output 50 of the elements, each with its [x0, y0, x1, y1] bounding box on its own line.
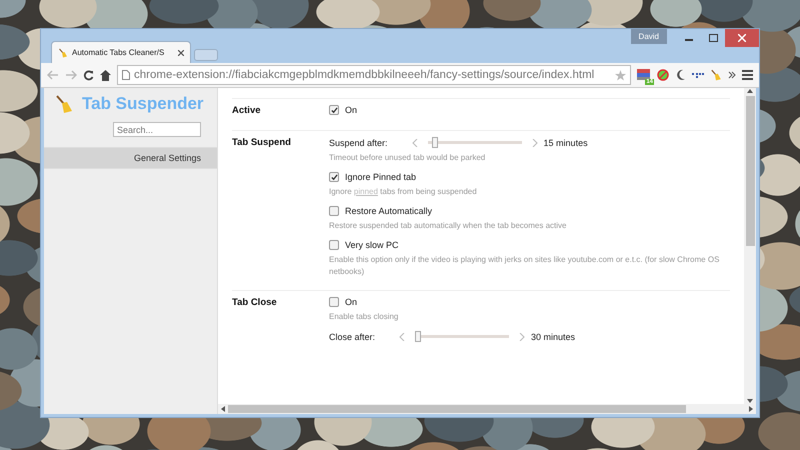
close-button[interactable] — [725, 29, 759, 47]
slider-thumb[interactable] — [432, 137, 438, 148]
checkbox[interactable] — [329, 105, 339, 115]
slider-value: 15 minutes — [544, 138, 588, 148]
app-title: Tab Suspender — [82, 94, 204, 114]
checkbox-label: Very slow PC — [345, 240, 399, 250]
dots-icon[interactable] — [692, 72, 704, 78]
page-icon — [122, 70, 130, 80]
section-heading: Active — [232, 105, 262, 116]
horizontal-scrollbar[interactable] — [218, 404, 756, 414]
sidebar-item[interactable]: General Settings — [44, 147, 217, 169]
slider-label: Suspend after: — [329, 138, 388, 148]
checkbox[interactable] — [329, 206, 339, 216]
checkbox-label: Restore Automatically — [345, 206, 432, 216]
section-heading: Tab Close — [232, 297, 278, 310]
close-icon[interactable] — [178, 50, 184, 56]
search-field[interactable]: Search... — [113, 122, 201, 137]
vertical-scrollbar[interactable] — [744, 88, 756, 404]
broom-icon — [54, 94, 74, 114]
menu-icon[interactable] — [742, 70, 753, 80]
maximize-icon[interactable] — [708, 34, 718, 42]
option-description: Enable tabs closing — [329, 311, 400, 323]
checkbox[interactable] — [329, 172, 339, 182]
option-description: Timeout before unused tab would be parked — [329, 152, 486, 164]
scroll-right-icon[interactable] — [748, 406, 754, 412]
slider-value: 30 minutes — [531, 332, 576, 342]
moon-icon[interactable] — [675, 69, 686, 81]
slider-label: Close after: — [329, 332, 376, 342]
option-description: Ignore pinned tabs from being suspended — [329, 186, 478, 198]
profile-name[interactable]: David — [630, 29, 667, 44]
slider-thumb[interactable] — [415, 331, 422, 342]
blocked-icon[interactable] — [657, 69, 669, 81]
scroll-left-icon[interactable] — [220, 406, 226, 412]
broom-icon — [58, 48, 68, 58]
checkbox[interactable] — [329, 240, 339, 250]
more-extensions-icon[interactable] — [728, 71, 736, 79]
broom-icon — [710, 69, 722, 81]
address-bar[interactable]: chrome-extension://fiabciakcmgepblmdkmemdbbkilneeeh/fancy-settings/source/index.html — [117, 65, 631, 85]
checkbox-label: On — [345, 297, 358, 307]
option-description: Restore suspended tab automatically when the tab becomes active — [329, 220, 568, 232]
option-description: Enable this option only if the video is playing with jerks on sites like youtube.com or e.t.c. (for slow Chrome OS netbooks) — [329, 254, 720, 278]
checkbox-label: Ignore Pinned tab — [345, 172, 416, 182]
browser-tab[interactable]: Automatic Tabs Cleaner/S — [51, 41, 191, 63]
star-icon[interactable] — [615, 70, 626, 80]
checkbox[interactable] — [329, 297, 339, 307]
section-heading: Tab Suspend — [232, 137, 292, 150]
checkbox-label: On — [345, 105, 358, 115]
broom-button[interactable] — [710, 69, 722, 81]
home-button[interactable] — [100, 70, 111, 80]
reload-button[interactable] — [83, 70, 94, 80]
